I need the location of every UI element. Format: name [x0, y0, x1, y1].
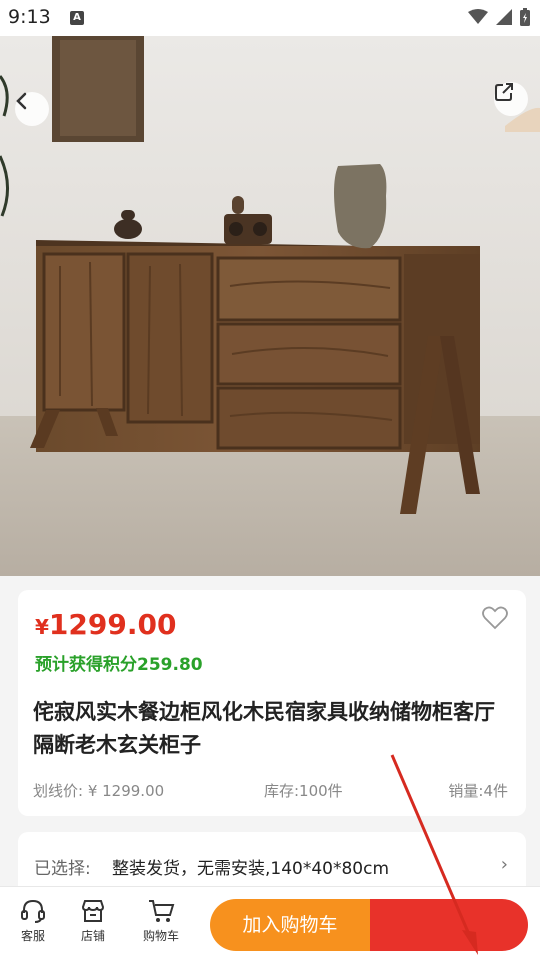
stock-count: 库存:100件: [264, 782, 343, 800]
product-image-carousel[interactable]: [0, 36, 540, 576]
cart-label: 购物车: [142, 929, 179, 943]
wifi-icon: [468, 9, 488, 24]
product-photo: [0, 36, 540, 576]
heart-icon: [482, 606, 508, 630]
add-to-cart-button[interactable]: 加入购物车: [210, 899, 370, 951]
store-icon: [81, 900, 105, 922]
cart-button[interactable]: 购物车: [136, 895, 186, 944]
store-label: 店铺: [80, 929, 105, 943]
customer-service-label: 客服: [20, 929, 45, 943]
system-icons: [468, 8, 530, 26]
customer-service-button[interactable]: 客服: [8, 895, 58, 944]
reward-points: 预计获得积分259.80: [35, 655, 203, 675]
shopping-cart-icon: [149, 900, 175, 922]
signal-icon: [496, 9, 512, 25]
price-value: 1299.00: [48, 608, 177, 641]
status-bar: 9:13 A: [0, 0, 540, 36]
product-title: 侘寂风实木餐边柜风化木民宿家具收纳储物柜客厅隔断老木玄关柜子: [33, 700, 495, 757]
status-time: 9:13: [8, 6, 51, 28]
battery-icon: [520, 8, 530, 26]
share-icon: [495, 83, 513, 101]
sales-count: 销量:4件: [448, 782, 508, 800]
favorite-button[interactable]: [482, 606, 508, 634]
chevron-left-icon: [16, 92, 27, 110]
product-info-card: ¥1299.00 预计获得积分259.80 侘寂风实木餐边柜风化木民宿家具收纳储…: [18, 590, 526, 816]
back-button[interactable]: [15, 92, 49, 126]
headset-icon: [21, 899, 45, 923]
selected-spec: 整装发货，无需安装,140*40*80cm: [112, 859, 390, 879]
list-price: 划线价: ¥ 1299.00: [33, 782, 165, 800]
notification-a-icon: A: [70, 11, 84, 25]
share-button[interactable]: [494, 82, 528, 116]
store-button[interactable]: 店铺: [68, 895, 118, 944]
chevron-right-icon: ›: [500, 854, 508, 875]
product-price: ¥1299.00: [35, 608, 176, 641]
price-currency: ¥: [35, 615, 49, 639]
buy-now-button[interactable]: [370, 899, 528, 951]
bottom-action-bar: 客服 店铺 购物车 加入购物车: [0, 886, 540, 961]
selected-label: 已选择:: [34, 859, 91, 879]
